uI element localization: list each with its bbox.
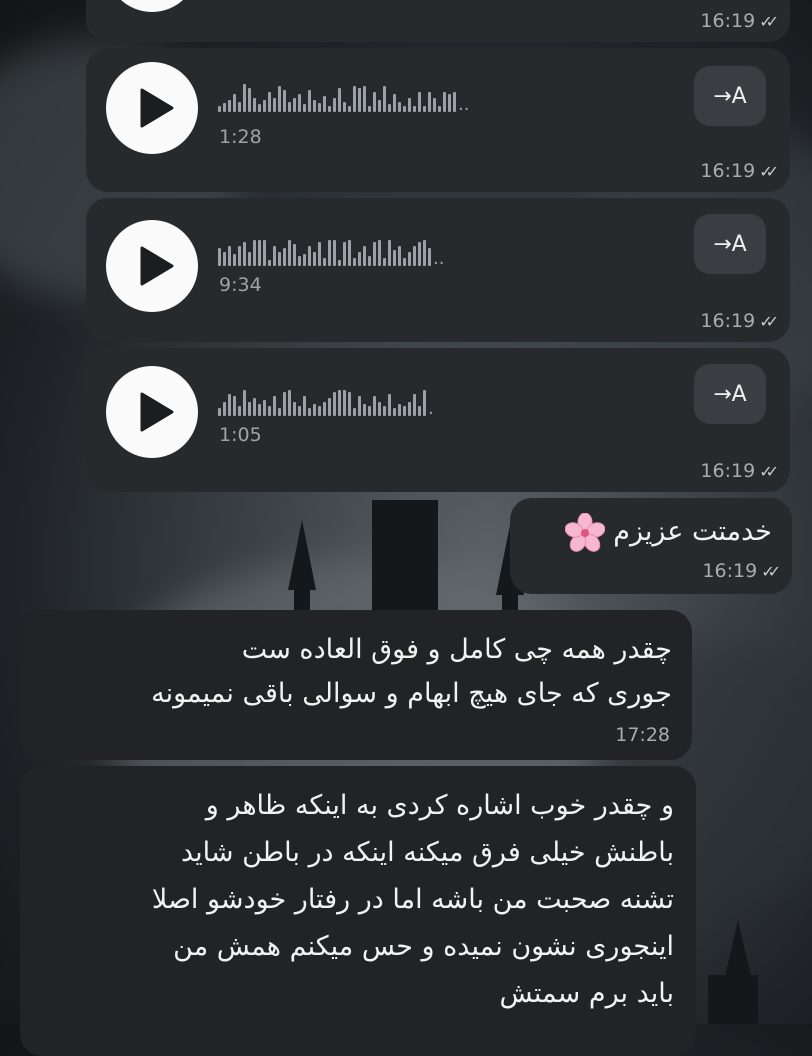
double-check-icon: ✓✓ bbox=[759, 161, 779, 181]
transcribe-button[interactable]: →A bbox=[694, 66, 766, 126]
voice-duration: 1:28 bbox=[219, 126, 262, 148]
transcribe-button[interactable]: →A bbox=[694, 364, 766, 424]
voice-message-bubble[interactable]: .. 1:28 →A 16:19 ✓✓ bbox=[86, 48, 790, 192]
message-text-row: خدمتت عزیزم bbox=[564, 510, 772, 554]
play-button[interactable] bbox=[106, 220, 198, 312]
message-text: خدمتت عزیزم bbox=[613, 516, 772, 547]
play-icon bbox=[140, 392, 174, 432]
voice-message-bubble[interactable]: 16:19 ✓✓ bbox=[86, 0, 790, 42]
play-icon bbox=[140, 88, 174, 128]
voice-message-bubble[interactable]: . 1:05 →A 16:19 ✓✓ bbox=[86, 348, 790, 492]
message-timestamp: 16:19 ✓✓ bbox=[700, 310, 779, 332]
play-icon bbox=[140, 246, 174, 286]
message-timestamp: 16:19 ✓✓ bbox=[702, 560, 781, 582]
incoming-text-message[interactable]: و چقدر خوب اشاره کردی به اینکه ظاهر و با… bbox=[20, 766, 696, 1056]
message-timestamp: 16:19 ✓✓ bbox=[700, 10, 779, 32]
message-line: اینجوری نشون نمیده و حس میکنم همش من bbox=[173, 931, 674, 962]
waveform[interactable]: .. bbox=[218, 232, 444, 268]
message-line: تشنه صحبت من باشه اما در رفتار خودشو اصل… bbox=[151, 884, 674, 915]
voice-message-bubble[interactable]: .. 9:34 →A 16:19 ✓✓ bbox=[86, 198, 790, 342]
incoming-text-message[interactable]: چقدر همه چی کامل و فوق العاده ست جوری که… bbox=[20, 610, 692, 760]
message-line: باطنش خیلی فرق میکنه اینکه در باطن شاید bbox=[181, 837, 674, 868]
double-check-icon: ✓✓ bbox=[761, 561, 781, 581]
message-timestamp: 16:19 ✓✓ bbox=[700, 460, 779, 482]
message-line: جوری که جای هیچ ابهام و سوالی باقی نمیمو… bbox=[151, 678, 672, 709]
voice-duration: 1:05 bbox=[219, 424, 262, 446]
message-line: چقدر همه چی کامل و فوق العاده ست bbox=[241, 634, 672, 665]
play-button[interactable] bbox=[106, 0, 198, 12]
voice-duration: 9:34 bbox=[219, 274, 262, 296]
message-text: و چقدر خوب اشاره کردی به اینکه ظاهر و با… bbox=[34, 782, 674, 1017]
message-line: باید برم سمتش bbox=[499, 978, 674, 1009]
message-timestamp: 17:28 bbox=[615, 724, 670, 746]
double-check-icon: ✓✓ bbox=[759, 461, 779, 481]
message-timestamp: 16:19 ✓✓ bbox=[700, 160, 779, 182]
outgoing-text-message[interactable]: خدمتت عزیزم 16:19 ✓✓ bbox=[510, 498, 792, 594]
double-check-icon: ✓✓ bbox=[759, 11, 779, 31]
waveform[interactable]: . bbox=[218, 382, 434, 418]
transcribe-button[interactable]: →A bbox=[694, 214, 766, 274]
play-button[interactable] bbox=[106, 366, 198, 458]
message-text: چقدر همه چی کامل و فوق العاده ست جوری که… bbox=[32, 628, 672, 716]
play-button[interactable] bbox=[106, 62, 198, 154]
message-line: و چقدر خوب اشاره کردی به اینکه ظاهر و bbox=[205, 790, 674, 821]
waveform[interactable]: .. bbox=[218, 78, 469, 114]
double-check-icon: ✓✓ bbox=[759, 311, 779, 331]
cherry-blossom-icon bbox=[564, 512, 605, 552]
